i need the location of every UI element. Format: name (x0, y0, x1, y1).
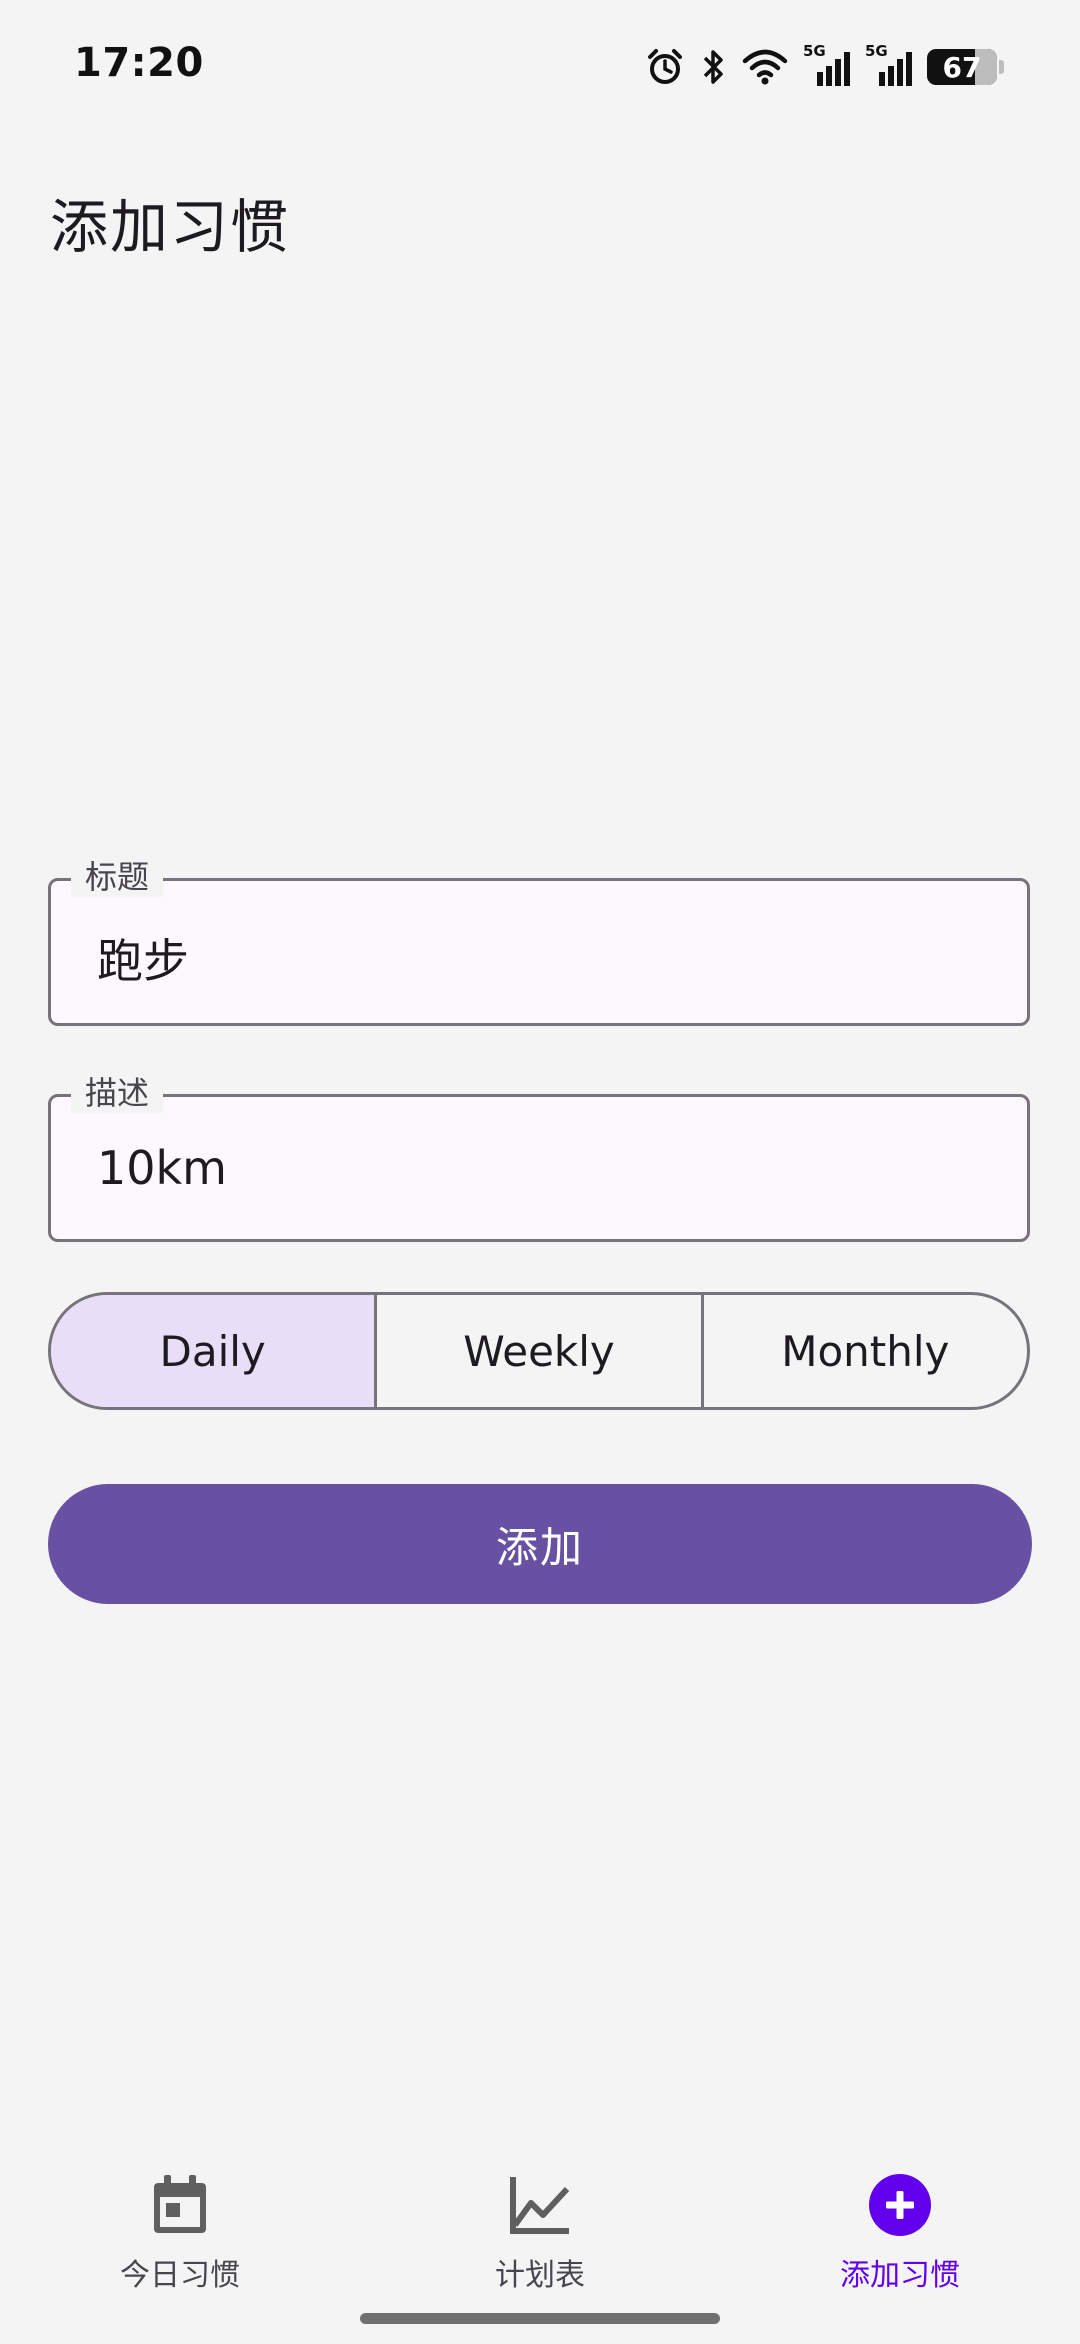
alarm-icon (645, 47, 685, 87)
nav-label-add-habit: 添加习惯 (840, 2258, 960, 2293)
battery-tip (999, 60, 1004, 74)
title-field-label: 标题 (71, 857, 164, 897)
signal-5g-icon-2: 5G (865, 42, 913, 88)
bluetooth-icon (699, 47, 727, 87)
chart-icon (507, 2172, 573, 2238)
calendar-icon (150, 2172, 210, 2238)
status-time: 17:20 (74, 40, 204, 86)
add-circle-icon (868, 2172, 932, 2238)
frequency-segmented-control: Daily Weekly Monthly (48, 1292, 1030, 1410)
nav-label-today-habits: 今日习惯 (120, 2258, 240, 2293)
title-field-value[interactable]: 跑步 (97, 925, 189, 991)
battery-level: 67 (942, 50, 982, 84)
description-field-value[interactable]: 10km (97, 1141, 227, 1195)
segment-daily[interactable]: Daily (51, 1295, 378, 1407)
title-field[interactable]: 标题 跑步 (48, 857, 1030, 1026)
segment-weekly[interactable]: Weekly (377, 1295, 704, 1407)
nav-label-plan: 计划表 (495, 2258, 585, 2293)
nav-item-add-habit[interactable]: 添加习惯 (780, 2172, 1020, 2294)
battery-icon: 67 (927, 49, 997, 85)
status-icons: 5G 5G 67 (645, 42, 1004, 92)
add-button[interactable]: 添加 (48, 1484, 1032, 1604)
segment-monthly[interactable]: Monthly (704, 1295, 1027, 1407)
nav-item-plan[interactable]: 计划表 (420, 2172, 660, 2294)
description-field[interactable]: 描述 10km (48, 1073, 1030, 1242)
nav-item-today-habits[interactable]: 今日习惯 (60, 2172, 300, 2294)
status-bar: 17:20 5G 5G 67 (0, 0, 1080, 140)
description-field-label: 描述 (71, 1073, 164, 1113)
page-title: 添加习惯 (50, 193, 291, 261)
home-indicator[interactable] (360, 2313, 720, 2324)
wifi-icon (741, 47, 789, 87)
bottom-navigation: 今日习惯 计划表 添加习惯 (0, 2150, 1080, 2300)
signal-5g-icon: 5G (803, 42, 851, 88)
